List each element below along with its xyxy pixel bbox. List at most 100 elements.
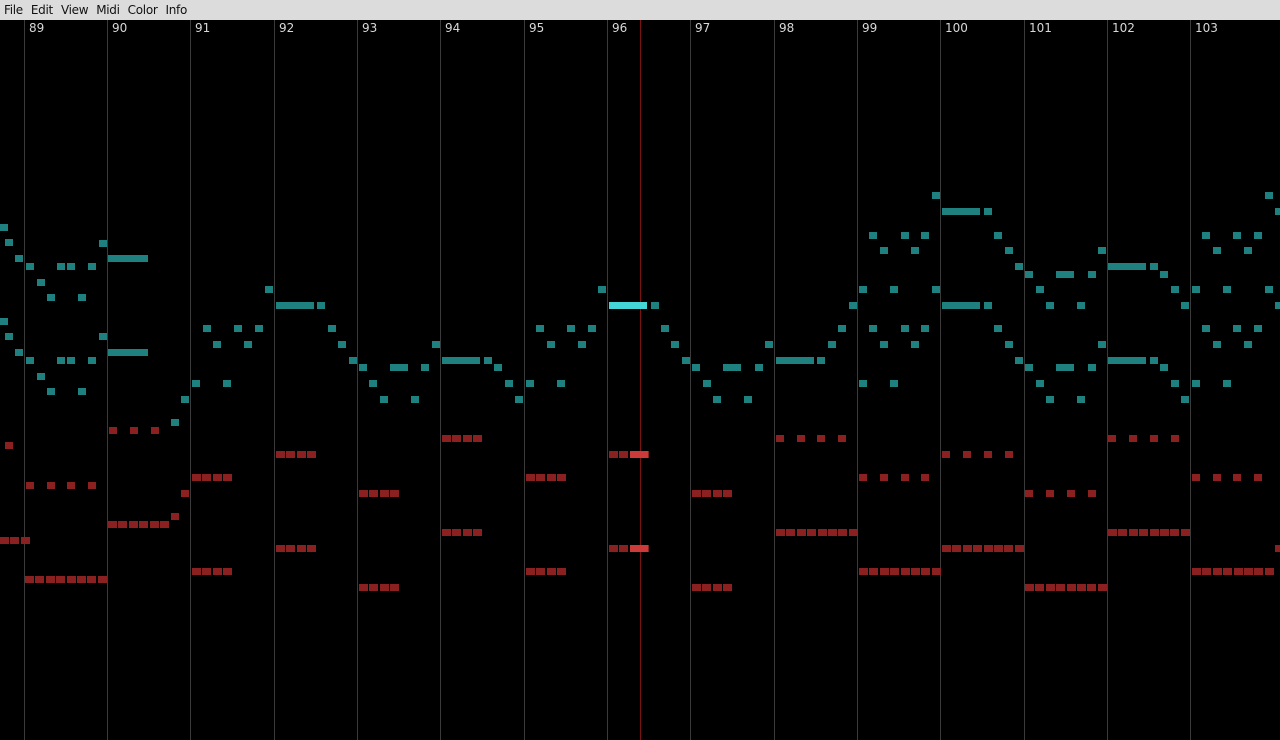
- treble-note: [901, 325, 909, 332]
- bass-note: [192, 474, 201, 481]
- menu-midi[interactable]: Midi: [92, 0, 123, 20]
- bass-note: [1118, 529, 1128, 536]
- treble-note: [505, 380, 513, 387]
- treble-note: [1254, 325, 1262, 332]
- bass-note: [1005, 451, 1013, 458]
- treble-note: [349, 357, 357, 364]
- bass-note: [817, 529, 827, 536]
- treble-note: [817, 357, 825, 364]
- bass-note: [797, 435, 805, 442]
- bass-note: [557, 474, 567, 481]
- treble-note: [755, 364, 763, 371]
- treble-note: [880, 341, 888, 348]
- bass-note: [546, 474, 556, 481]
- bass-note: [900, 568, 910, 575]
- treble-note: [1108, 263, 1146, 270]
- bass-note: [202, 568, 212, 575]
- treble-note: [1181, 396, 1189, 403]
- bass-note: [880, 474, 888, 481]
- measure-line: [357, 20, 358, 740]
- piano-roll-canvas[interactable]: 89 90 91 92 93 94 95 96 97 98 99 100 101 102 103: [0, 20, 1280, 740]
- bass-note: [983, 545, 993, 552]
- bass-note: [473, 435, 483, 442]
- treble-note: [108, 349, 148, 356]
- measure-line: [1190, 20, 1191, 740]
- treble-note: [890, 380, 898, 387]
- treble-note: [47, 388, 55, 395]
- treble-note: [255, 325, 263, 332]
- treble-note: [1244, 341, 1252, 348]
- treble-note: [536, 325, 544, 332]
- bass-note: [1192, 474, 1200, 481]
- menu-file[interactable]: File: [0, 0, 27, 20]
- bass-note: [0, 537, 9, 544]
- treble-note: [515, 396, 523, 403]
- treble-note: [651, 302, 659, 309]
- bass-note: [462, 435, 472, 442]
- bass-note: [1202, 568, 1212, 575]
- treble-note: [1098, 247, 1106, 254]
- measure-number: 92: [279, 21, 295, 35]
- treble-note: [1088, 364, 1096, 371]
- bass-note: [181, 490, 189, 497]
- treble-note: [859, 286, 867, 293]
- treble-note: [547, 341, 555, 348]
- menu-color[interactable]: Color: [124, 0, 162, 20]
- treble-note: [1077, 396, 1085, 403]
- bass-note: [97, 576, 107, 583]
- measure-line: [857, 20, 858, 740]
- bass-note: [1233, 568, 1243, 575]
- bass-note: [702, 490, 712, 497]
- treble-note: [234, 325, 242, 332]
- bass-note: [526, 474, 535, 481]
- treble-note: [1265, 286, 1273, 293]
- bass-note: [379, 490, 389, 497]
- treble-note: [692, 364, 700, 371]
- bass-note: [1046, 490, 1054, 497]
- bass-note: [609, 545, 618, 552]
- bass-note: [473, 529, 483, 536]
- measure-number: 93: [362, 21, 378, 35]
- bass-note: [984, 451, 992, 458]
- bass-note: [108, 521, 117, 528]
- treble-note: [276, 302, 314, 309]
- treble-note: [1077, 302, 1085, 309]
- treble-note: [88, 263, 96, 270]
- bass-note: [911, 568, 920, 575]
- bass-note: [1254, 568, 1264, 575]
- bass-note: [994, 545, 1003, 552]
- treble-note: [88, 357, 96, 364]
- measure-number: 97: [695, 21, 711, 35]
- treble-note: [1171, 380, 1179, 387]
- bass-note: [890, 568, 900, 575]
- treble-note: [994, 325, 1002, 332]
- treble-note: [484, 357, 492, 364]
- treble-note: [1005, 247, 1013, 254]
- menu-view[interactable]: View: [57, 0, 92, 20]
- bass-note: [1275, 545, 1280, 552]
- menu-info[interactable]: Info: [162, 0, 192, 20]
- treble-note: [1036, 380, 1044, 387]
- bass-note: [963, 451, 971, 458]
- measure-line: [690, 20, 691, 740]
- bass-note: [1004, 545, 1014, 552]
- bass-note: [87, 576, 97, 583]
- treble-note: [432, 341, 440, 348]
- bass-note: [26, 482, 34, 489]
- bass-note: [859, 474, 867, 481]
- treble-note: [1202, 232, 1210, 239]
- bass-note: [212, 568, 222, 575]
- treble-note: [1233, 232, 1241, 239]
- bass-note: [838, 435, 846, 442]
- measure-number: 103: [1195, 21, 1218, 35]
- bass-note: [702, 584, 712, 591]
- bass-note: [369, 490, 379, 497]
- bass-note: [1035, 584, 1045, 591]
- bass-note: [442, 529, 451, 536]
- bass-note: [359, 490, 368, 497]
- treble-note: [1223, 380, 1231, 387]
- treble-note: [942, 302, 980, 309]
- bass-note: [160, 521, 169, 528]
- treble-note: [1046, 396, 1054, 403]
- menu-edit[interactable]: Edit: [27, 0, 57, 20]
